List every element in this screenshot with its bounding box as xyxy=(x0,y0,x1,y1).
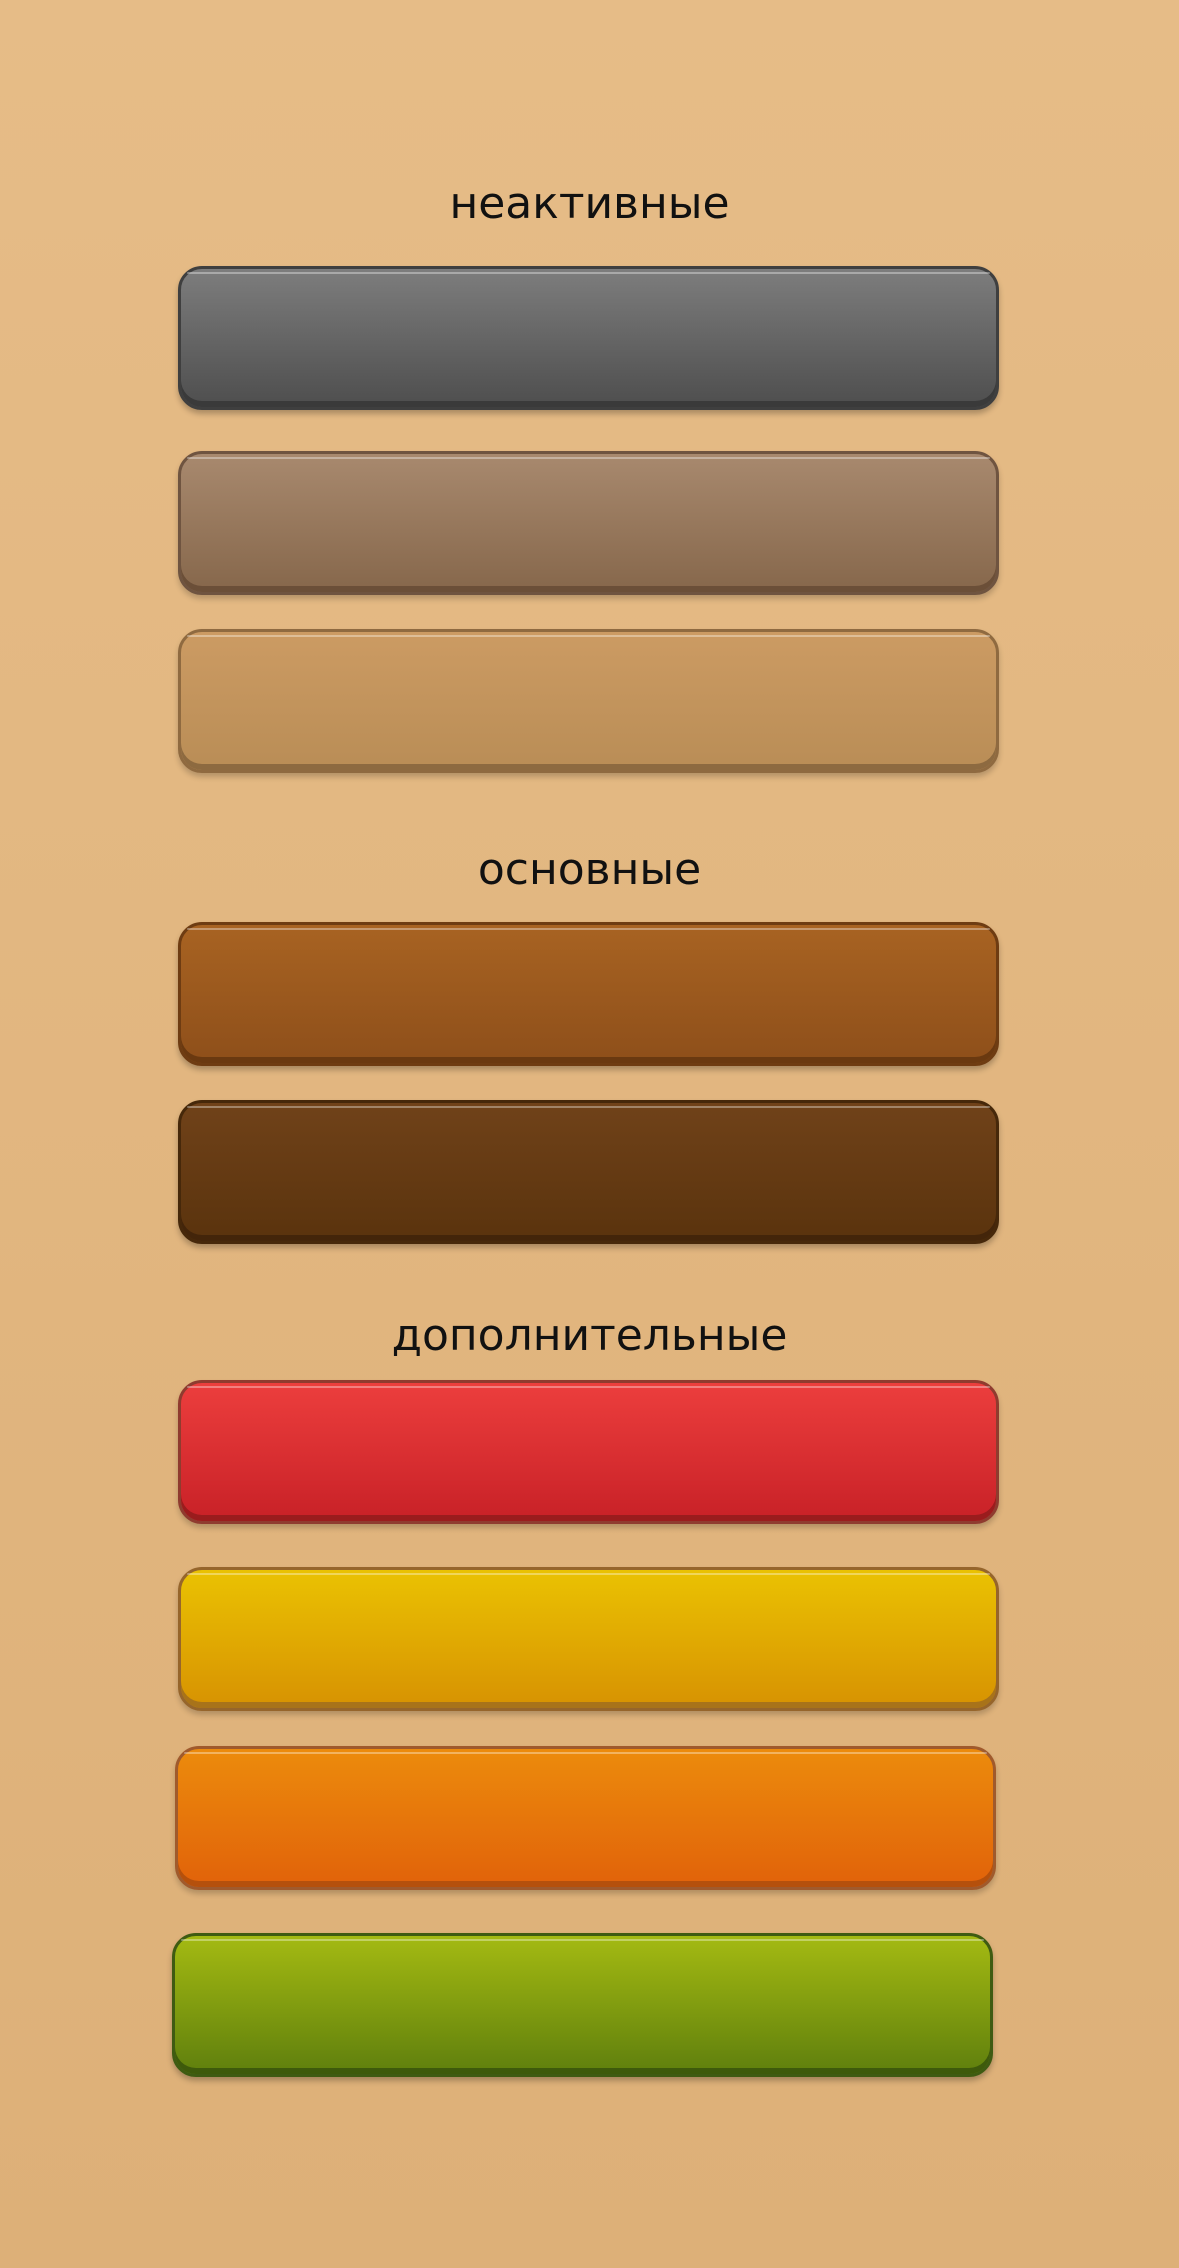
section-title-inactive: неактивные xyxy=(449,178,730,229)
inactive-button-mocha[interactable] xyxy=(178,451,999,595)
additional-button-orange[interactable] xyxy=(175,1746,996,1890)
inactive-button-tan[interactable] xyxy=(178,629,999,773)
primary-button-amber[interactable] xyxy=(178,922,999,1066)
inactive-button-gray[interactable] xyxy=(178,266,999,410)
primary-button-chocolate[interactable] xyxy=(178,1100,999,1244)
section-title-primary: основные xyxy=(477,844,702,895)
additional-button-yellow[interactable] xyxy=(178,1567,999,1711)
additional-button-red[interactable] xyxy=(178,1380,999,1524)
section-title-additional: дополнительные xyxy=(391,1310,788,1361)
additional-button-green[interactable] xyxy=(172,1933,993,2077)
